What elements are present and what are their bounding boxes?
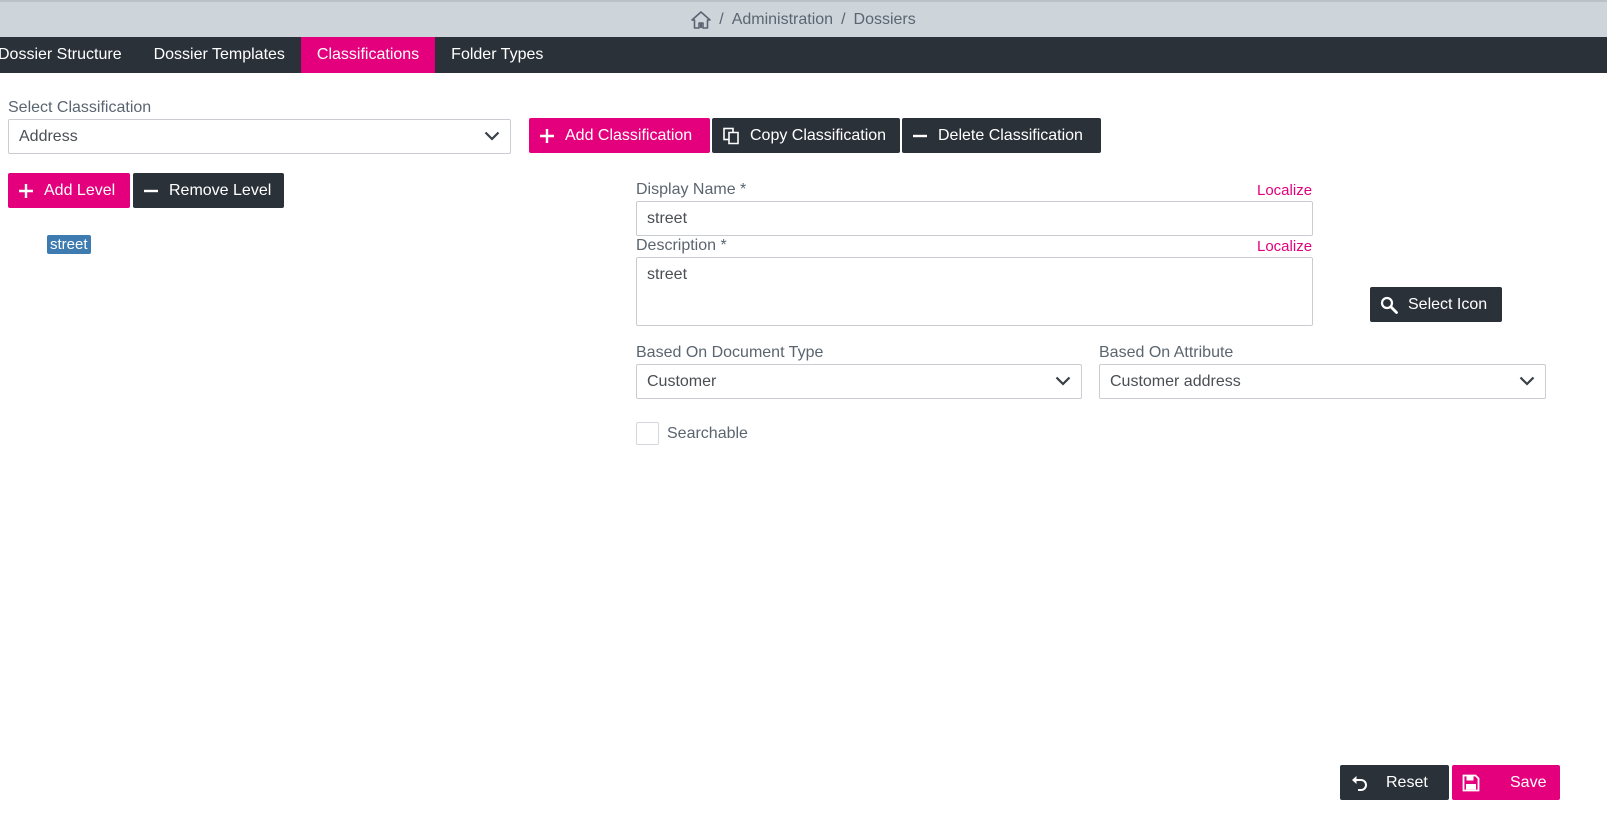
searchable-label: Searchable bbox=[667, 425, 748, 442]
copy-icon bbox=[722, 127, 740, 145]
display-name-value: street bbox=[647, 209, 688, 227]
undo-icon bbox=[1350, 774, 1368, 792]
attribute-label: Based On Attribute bbox=[1099, 344, 1234, 361]
select-icon-button[interactable]: Select Icon bbox=[1370, 287, 1502, 322]
tree-node-street[interactable]: street bbox=[47, 235, 91, 254]
remove-level-label: Remove Level bbox=[169, 181, 272, 199]
tab-dossier-structure[interactable]: Dossier Structure bbox=[0, 37, 138, 73]
search-icon bbox=[1380, 296, 1398, 314]
add-classification-label: Add Classification bbox=[565, 126, 693, 144]
save-button[interactable]: Save bbox=[1452, 765, 1560, 800]
select-classification-label: Select Classification bbox=[8, 99, 152, 116]
home-icon[interactable] bbox=[691, 10, 712, 29]
attribute-value: Customer address bbox=[1110, 372, 1241, 390]
attribute-select[interactable]: Customer address bbox=[1099, 364, 1546, 399]
plus-icon bbox=[539, 128, 555, 144]
add-classification-button[interactable]: Add Classification bbox=[529, 118, 710, 153]
description-value: street bbox=[647, 266, 688, 283]
chevron-down-icon bbox=[1055, 373, 1071, 391]
delete-classification-button[interactable]: Delete Classification bbox=[902, 118, 1101, 153]
doc-type-select[interactable]: Customer bbox=[636, 364, 1082, 399]
breadcrumb-separator: / bbox=[841, 10, 846, 28]
remove-level-button[interactable]: Remove Level bbox=[133, 173, 284, 208]
tab-classifications[interactable]: Classifications bbox=[300, 37, 436, 73]
breadcrumb: / Administration / Dossiers bbox=[0, 0, 1607, 37]
select-icon-label: Select Icon bbox=[1408, 295, 1488, 313]
add-level-button[interactable]: Add Level bbox=[8, 173, 130, 208]
delete-classification-label: Delete Classification bbox=[938, 126, 1083, 144]
floppy-disk-icon bbox=[1462, 774, 1480, 792]
tab-dossier-templates[interactable]: Dossier Templates bbox=[138, 37, 301, 73]
description-localize-link[interactable]: Localize bbox=[1257, 238, 1312, 255]
display-name-input[interactable]: street bbox=[636, 201, 1313, 236]
display-name-label: Display Name * bbox=[636, 181, 747, 198]
description-label: Description * bbox=[636, 237, 727, 254]
save-label: Save bbox=[1510, 773, 1547, 791]
classification-select[interactable]: Address bbox=[8, 119, 511, 154]
plus-icon bbox=[18, 183, 34, 199]
copy-classification-button[interactable]: Copy Classification bbox=[712, 118, 900, 153]
tab-bar: Dossier Structure Dossier Templates Clas… bbox=[0, 37, 1607, 73]
reset-button[interactable]: Reset bbox=[1340, 765, 1449, 800]
add-level-label: Add Level bbox=[44, 181, 116, 199]
breadcrumb-item-dossiers: Dossiers bbox=[853, 10, 916, 28]
doc-type-label: Based On Document Type bbox=[636, 344, 824, 361]
classification-select-value: Address bbox=[19, 127, 78, 145]
doc-type-value: Customer bbox=[647, 372, 717, 390]
minus-icon bbox=[143, 183, 159, 199]
minus-icon bbox=[912, 128, 928, 144]
description-textarea[interactable]: street bbox=[636, 257, 1313, 326]
reset-label: Reset bbox=[1386, 773, 1428, 791]
display-name-localize-link[interactable]: Localize bbox=[1257, 182, 1312, 199]
breadcrumb-item-administration[interactable]: Administration bbox=[732, 11, 833, 29]
breadcrumb-separator: / bbox=[719, 10, 724, 28]
chevron-down-icon bbox=[1519, 373, 1535, 391]
tab-folder-types[interactable]: Folder Types bbox=[435, 37, 559, 73]
copy-classification-label: Copy Classification bbox=[750, 126, 887, 144]
searchable-checkbox[interactable] bbox=[636, 422, 659, 445]
chevron-down-icon bbox=[484, 128, 500, 146]
